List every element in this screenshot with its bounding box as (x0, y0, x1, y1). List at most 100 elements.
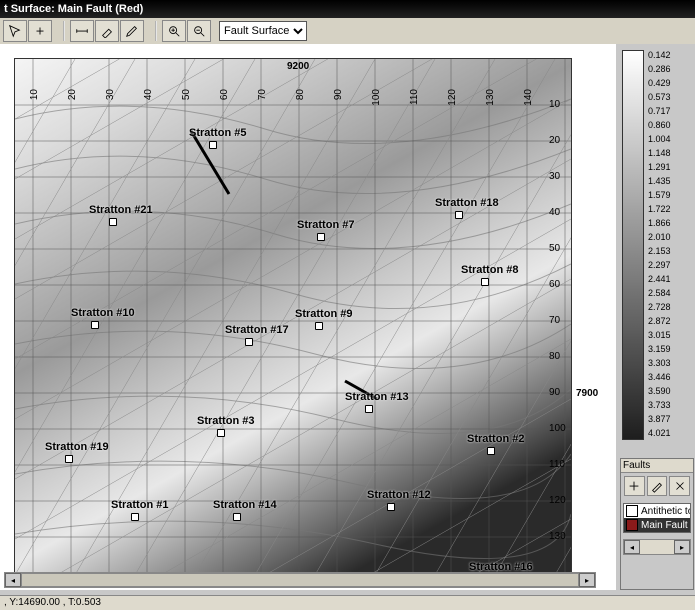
axis-right-tick: 120 (549, 495, 566, 506)
axis-right-tick: 100 (549, 423, 566, 434)
legend-value: 0.286 (648, 62, 671, 76)
well-label: Stratton #13 (345, 391, 409, 403)
axis-top-main: 9200 (287, 61, 309, 72)
axis-right-tick: 90 (549, 387, 560, 398)
axis-top-tick: 30 (105, 89, 116, 100)
legend-value: 3.446 (648, 370, 671, 384)
fault-add-button[interactable] (624, 476, 645, 496)
annotate-tool-button[interactable] (120, 20, 144, 42)
legend-colorbar (622, 50, 644, 440)
fault-list-item[interactable]: Antithetic to (624, 504, 690, 518)
scroll-right-button[interactable]: ▸ (579, 573, 595, 587)
faults-scroll-left[interactable]: ◂ (624, 540, 640, 554)
legend-value: 1.148 (648, 146, 671, 160)
well-marker[interactable] (233, 513, 241, 521)
legend-value: 3.159 (648, 342, 671, 356)
legend-value: 1.291 (648, 160, 671, 174)
well-label: Stratton #14 (213, 499, 277, 511)
axis-top-tick: 70 (257, 89, 268, 100)
legend-value: 1.722 (648, 202, 671, 216)
legend-value: 2.441 (648, 272, 671, 286)
well-label: Stratton #12 (367, 489, 431, 501)
select-tool-button[interactable] (3, 20, 27, 42)
well-label: Stratton #21 (89, 204, 153, 216)
fault-delete-button[interactable] (669, 476, 690, 496)
well-marker[interactable] (209, 141, 217, 149)
well-marker[interactable] (245, 338, 253, 346)
axis-right-main: 7900 (576, 388, 598, 399)
pan-tool-button[interactable] (28, 20, 52, 42)
axis-top-tick: 110 (409, 89, 420, 105)
axis-top-tick: 120 (447, 89, 458, 106)
window-titlebar: t Surface: Main Fault (Red) (0, 0, 695, 18)
legend-value: 2.872 (648, 314, 671, 328)
well-label: Stratton #1 (111, 499, 168, 511)
well-marker[interactable] (91, 321, 99, 329)
well-label: Stratton #5 (189, 127, 246, 139)
legend-value: 3.015 (648, 328, 671, 342)
well-marker[interactable] (317, 233, 325, 241)
scroll-left-button[interactable]: ◂ (5, 573, 21, 587)
measure-tool-button[interactable] (70, 20, 94, 42)
horizontal-scrollbar[interactable]: ◂ ▸ (4, 572, 596, 588)
axis-right-tick: 60 (549, 279, 560, 290)
map-plot[interactable]: 102030405060708090100110120130140 102030… (14, 58, 572, 576)
axis-right-tick: 80 (549, 351, 560, 362)
axis-top-tick: 10 (29, 89, 40, 100)
zoom-in-button[interactable] (162, 20, 186, 42)
pick-tool-button[interactable] (95, 20, 119, 42)
window-title: t Surface: Main Fault (Red) (4, 3, 143, 15)
legend-value: 3.877 (648, 412, 671, 426)
fault-color-swatch (626, 519, 638, 531)
well-marker[interactable] (315, 322, 323, 330)
legend-value: 2.297 (648, 258, 671, 272)
well-marker[interactable] (387, 503, 395, 511)
faults-hscroll[interactable]: ◂ ▸ (623, 539, 691, 555)
well-marker[interactable] (481, 278, 489, 286)
surface-dropdown[interactable]: Fault Surface (219, 21, 307, 41)
fault-list-item[interactable]: Main Fault (624, 518, 690, 532)
fault-edit-button[interactable] (647, 476, 668, 496)
right-column: 0.1420.2860.4290.5730.7170.8601.0041.148… (620, 44, 695, 590)
legend-value: 0.573 (648, 90, 671, 104)
faults-list[interactable]: Antithetic toMain Fault (623, 503, 691, 533)
well-marker[interactable] (65, 455, 73, 463)
faults-panel-title: Faults (621, 459, 693, 473)
legend-value: 0.142 (648, 48, 671, 62)
well-marker[interactable] (365, 405, 373, 413)
legend-value: 2.584 (648, 286, 671, 300)
legend-value: 3.733 (648, 398, 671, 412)
main-toolbar: Fault Surface (0, 18, 695, 45)
well-label: Stratton #9 (295, 308, 352, 320)
well-marker[interactable] (217, 429, 225, 437)
well-label: Stratton #19 (45, 441, 109, 453)
faults-panel: Faults Antithetic toMain Fault ◂ ▸ (620, 458, 694, 590)
axis-top-tick: 50 (181, 89, 192, 100)
axis-top-tick: 100 (371, 89, 382, 106)
status-text: , Y:14690.00 , T:0.503 (4, 597, 101, 608)
axis-right-tick: 20 (549, 135, 560, 146)
plot-container: 102030405060708090100110120130140 102030… (0, 44, 616, 590)
axis-right-tick: 50 (549, 243, 560, 254)
legend-value: 0.860 (648, 118, 671, 132)
axis-top-tick: 130 (485, 89, 496, 106)
legend-value: 0.429 (648, 76, 671, 90)
toolbar-separator (155, 21, 157, 41)
well-marker[interactable] (487, 447, 495, 455)
toolbar-separator (63, 21, 65, 41)
legend-value: 2.728 (648, 300, 671, 314)
faults-scroll-right[interactable]: ▸ (674, 540, 690, 554)
scroll-thumb[interactable] (21, 573, 579, 587)
well-label: Stratton #18 (435, 197, 499, 209)
well-label: Stratton #10 (71, 307, 135, 319)
well-label: Stratton #17 (225, 324, 289, 336)
legend-values: 0.1420.2860.4290.5730.7170.8601.0041.148… (648, 48, 671, 440)
well-marker[interactable] (109, 218, 117, 226)
axis-top-tick: 140 (523, 89, 534, 106)
zoom-out-button[interactable] (187, 20, 211, 42)
legend-value: 1.579 (648, 188, 671, 202)
well-marker[interactable] (131, 513, 139, 521)
well-marker[interactable] (455, 211, 463, 219)
axis-right-tick: 30 (549, 171, 560, 182)
axis-right-tick: 40 (549, 207, 560, 218)
